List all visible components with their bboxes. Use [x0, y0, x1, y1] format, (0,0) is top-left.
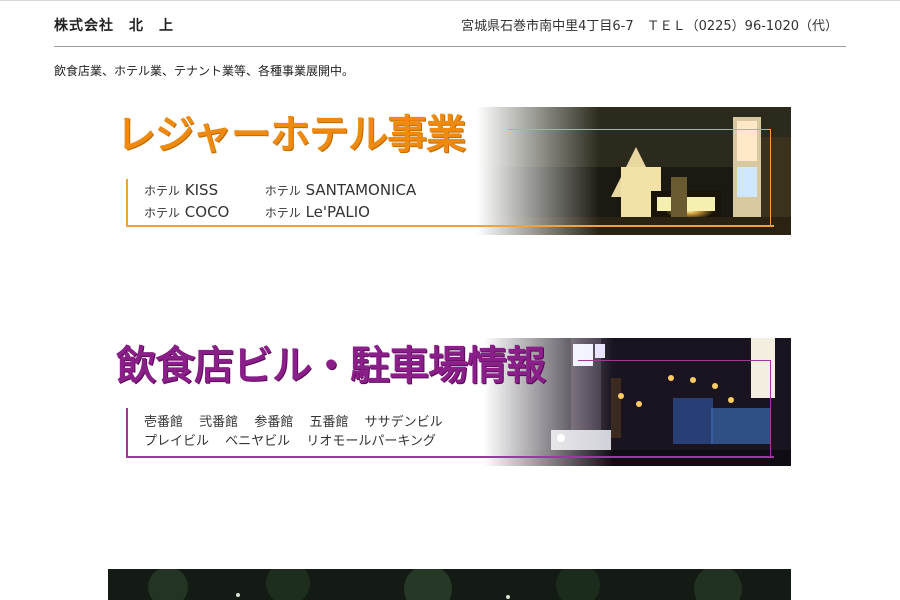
building-item: リオモールパーキング: [306, 434, 436, 449]
top-border: [0, 0, 900, 1]
third-banner[interactable]: [108, 569, 791, 600]
hotel-item: ホテル KISS: [144, 180, 260, 202]
tree-night-photo: [108, 569, 791, 600]
hotel-row: ホテル COCO ホテル Le'PALIO: [144, 202, 416, 224]
building-item: ベニヤビル: [225, 434, 291, 449]
hotel-name: COCO: [184, 203, 230, 221]
hotel-row: ホテル KISS ホテル SANTAMONICA: [144, 180, 416, 202]
building-item: 参番館: [254, 415, 294, 430]
hotel-prefix: ホテル: [264, 184, 301, 198]
building-item: 弐番館: [199, 415, 239, 430]
company-name: 株式会社 北 上: [54, 18, 174, 34]
building-row: 壱番館 弐番館 参番館 五番館 ササデンビル: [144, 413, 443, 432]
banner-title: レジャーホテル事業: [116, 112, 466, 158]
intro-text: 飲食店業、ホテル業、テナント業等、各種事業展開中。: [54, 64, 355, 78]
leisure-hotel-banner[interactable]: レジャーホテル事業 ホテル KISS ホテル SANTAMONICA ホテル C…: [108, 107, 791, 235]
hotel-name: Le'PALIO: [305, 203, 370, 221]
banner-title: 飲食店ビル・駐車場情報: [116, 343, 546, 389]
hotel-prefix: ホテル: [144, 206, 181, 220]
hotel-item: ホテル COCO: [144, 202, 260, 224]
building-item: 五番館: [309, 415, 349, 430]
hotel-item: ホテル Le'PALIO: [265, 202, 370, 224]
hotel-name: KISS: [184, 181, 219, 199]
hotel-name: SANTAMONICA: [305, 181, 417, 199]
building-item: プレイビル: [144, 434, 210, 449]
hotel-list: ホテル KISS ホテル SANTAMONICA ホテル COCO ホテル Le…: [144, 180, 416, 224]
hotel-prefix: ホテル: [264, 206, 301, 220]
company-contact: 宮城県石巻市南中里4丁目6-7 ＴＥＬ（0225）96-1020（代）: [461, 19, 838, 34]
banner-frame-top: [578, 360, 770, 361]
building-item: ササデンビル: [364, 415, 443, 430]
page-header: 株式会社 北 上 宮城県石巻市南中里4丁目6-7 ＴＥＬ（0225）96-102…: [54, 12, 846, 47]
building-item: 壱番館: [144, 415, 184, 430]
building-list: 壱番館 弐番館 参番館 五番館 ササデンビル プレイビル ベニヤビル リオモール…: [144, 413, 443, 451]
restaurant-building-banner[interactable]: 飲食店ビル・駐車場情報 壱番館 弐番館 参番館 五番館 ササデンビル プレイビル…: [108, 338, 791, 466]
hotel-prefix: ホテル: [144, 184, 181, 198]
banner-frame-top: [508, 129, 770, 130]
building-row: プレイビル ベニヤビル リオモールパーキング: [144, 432, 443, 451]
hotel-item: ホテル SANTAMONICA: [265, 180, 416, 202]
